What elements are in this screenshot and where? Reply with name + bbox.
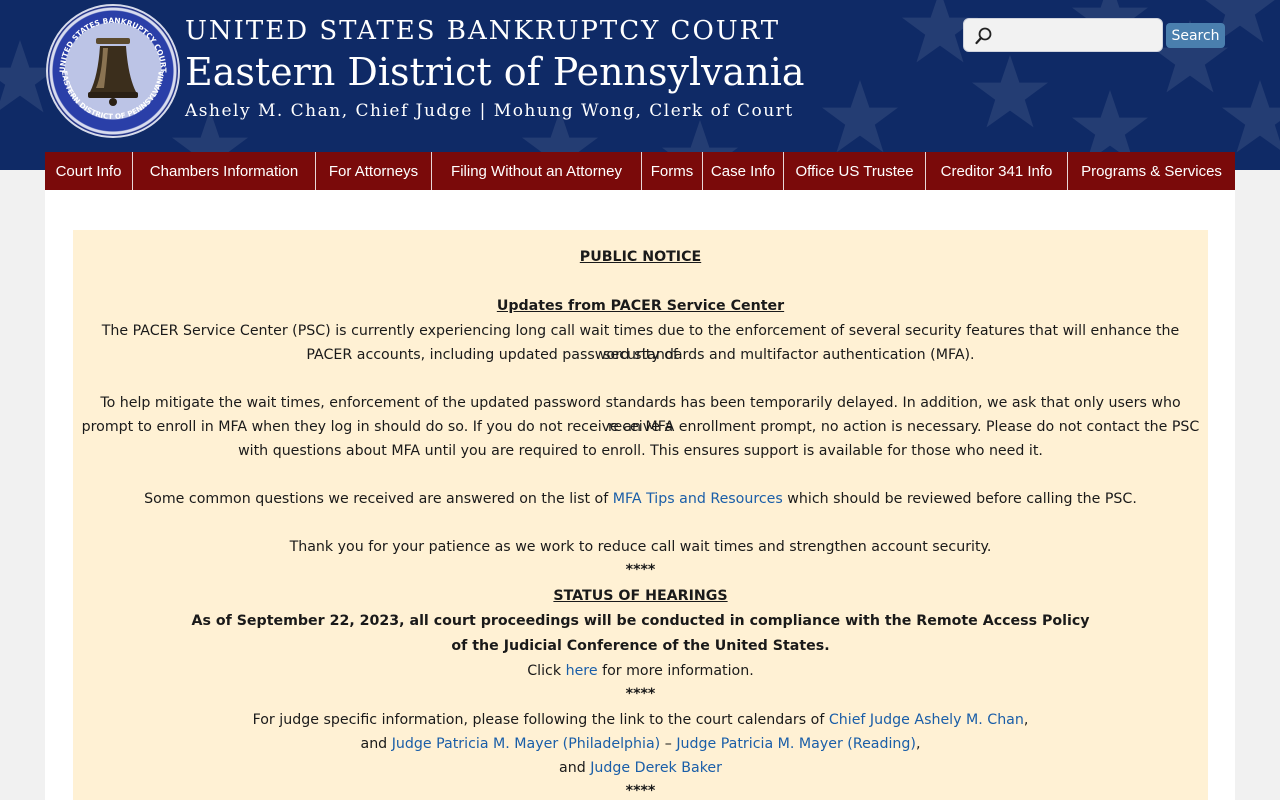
p1-line2: PACER accounts, including updated passwo… (306, 347, 975, 363)
search-box (963, 18, 1163, 52)
judge-mayer-reading-link[interactable]: Judge Patricia M. Mayer (Reading) (676, 736, 916, 752)
nav-programs-services[interactable]: Programs & Services (1068, 152, 1235, 190)
p3-text-before: Some common questions we received are an… (144, 491, 613, 507)
judge-line1: For judge specific information, please f… (73, 708, 1208, 732)
status-line1: As of September 22, 2023, all court proc… (191, 613, 1090, 629)
p4-line: Thank you for your patience as we work t… (289, 539, 992, 555)
status-heading: STATUS OF HEARINGS (553, 588, 728, 604)
district-name: Eastern District of Pennsylvania (185, 50, 805, 94)
nav-office-us-trustee[interactable]: Office US Trustee (784, 152, 926, 190)
status-line2: of the Judicial Conference of the United… (451, 638, 830, 654)
main-content: PUBLIC NOTICE Updates from PACER Service… (45, 190, 1235, 800)
judge-line2-text: and (360, 736, 392, 752)
judge-mayer-philadelphia-link[interactable]: Judge Patricia M. Mayer (Philadelphia) (392, 736, 661, 752)
nav-forms[interactable]: Forms (642, 152, 703, 190)
site-header: UNITED STATES BANKRUPTCY COURT EASTERN D… (0, 0, 1280, 170)
nav-for-attorneys[interactable]: For Attorneys (316, 152, 432, 190)
search-input[interactable] (998, 23, 1158, 47)
nav-creditor-341-info[interactable]: Creditor 341 Info (926, 152, 1068, 190)
pacer-heading: Updates from PACER Service Center (496, 298, 785, 314)
court-name: UNITED STATES BANKRUPTCY COURT (185, 16, 781, 46)
liberty-bell-seal-icon[interactable]: UNITED STATES BANKRUPTCY COURT EASTERN D… (46, 4, 180, 138)
p3-text-after: which should be reviewed before calling … (782, 491, 1137, 507)
judge-baker-link[interactable]: Judge Derek Baker (590, 760, 722, 776)
judge-line1-text: For judge specific information, please f… (252, 712, 829, 728)
judge-line2-dash: – (660, 736, 677, 752)
nav-chambers-information[interactable]: Chambers Information (133, 152, 316, 190)
mfa-tips-link[interactable]: MFA Tips and Resources (613, 491, 783, 507)
p2-line3: with questions about MFA until you are r… (238, 443, 1043, 459)
main-nav: Court Info Chambers Information For Atto… (45, 152, 1235, 190)
judge-line2-comma: , (915, 736, 921, 752)
magnifier-icon (974, 26, 994, 50)
judge-line3-text: and (559, 760, 591, 776)
nav-filing-without-attorney[interactable]: Filing Without an Attorney (432, 152, 642, 190)
p2-line2: prompt to enroll in MFA when they log in… (81, 419, 1200, 435)
public-notice-box: PUBLIC NOTICE Updates from PACER Service… (73, 230, 1208, 800)
judge-chan-link[interactable]: Chief Judge Ashely M. Chan (829, 712, 1024, 728)
judge-line3: and Judge Derek Baker (73, 756, 1208, 780)
separator: **** (625, 686, 656, 702)
nav-case-info[interactable]: Case Info (703, 152, 784, 190)
click-here-line: Click here for more information. (73, 659, 1208, 683)
separator: **** (625, 783, 656, 799)
judge-line1-comma: , (1023, 712, 1029, 728)
click-text-after: for more information. (597, 663, 754, 679)
click-text-before: Click (527, 663, 566, 679)
judge-line2: and Judge Patricia M. Mayer (Philadelphi… (73, 732, 1208, 756)
search-button[interactable]: Search (1166, 23, 1225, 48)
nav-court-info[interactable]: Court Info (45, 152, 133, 190)
p3-line: Some common questions we received are an… (73, 487, 1208, 511)
court-officers: Ashely M. Chan, Chief Judge | Mohung Won… (185, 101, 794, 121)
here-link[interactable]: here (566, 663, 598, 679)
separator: **** (625, 562, 656, 578)
public-notice-heading: PUBLIC NOTICE (579, 249, 702, 265)
